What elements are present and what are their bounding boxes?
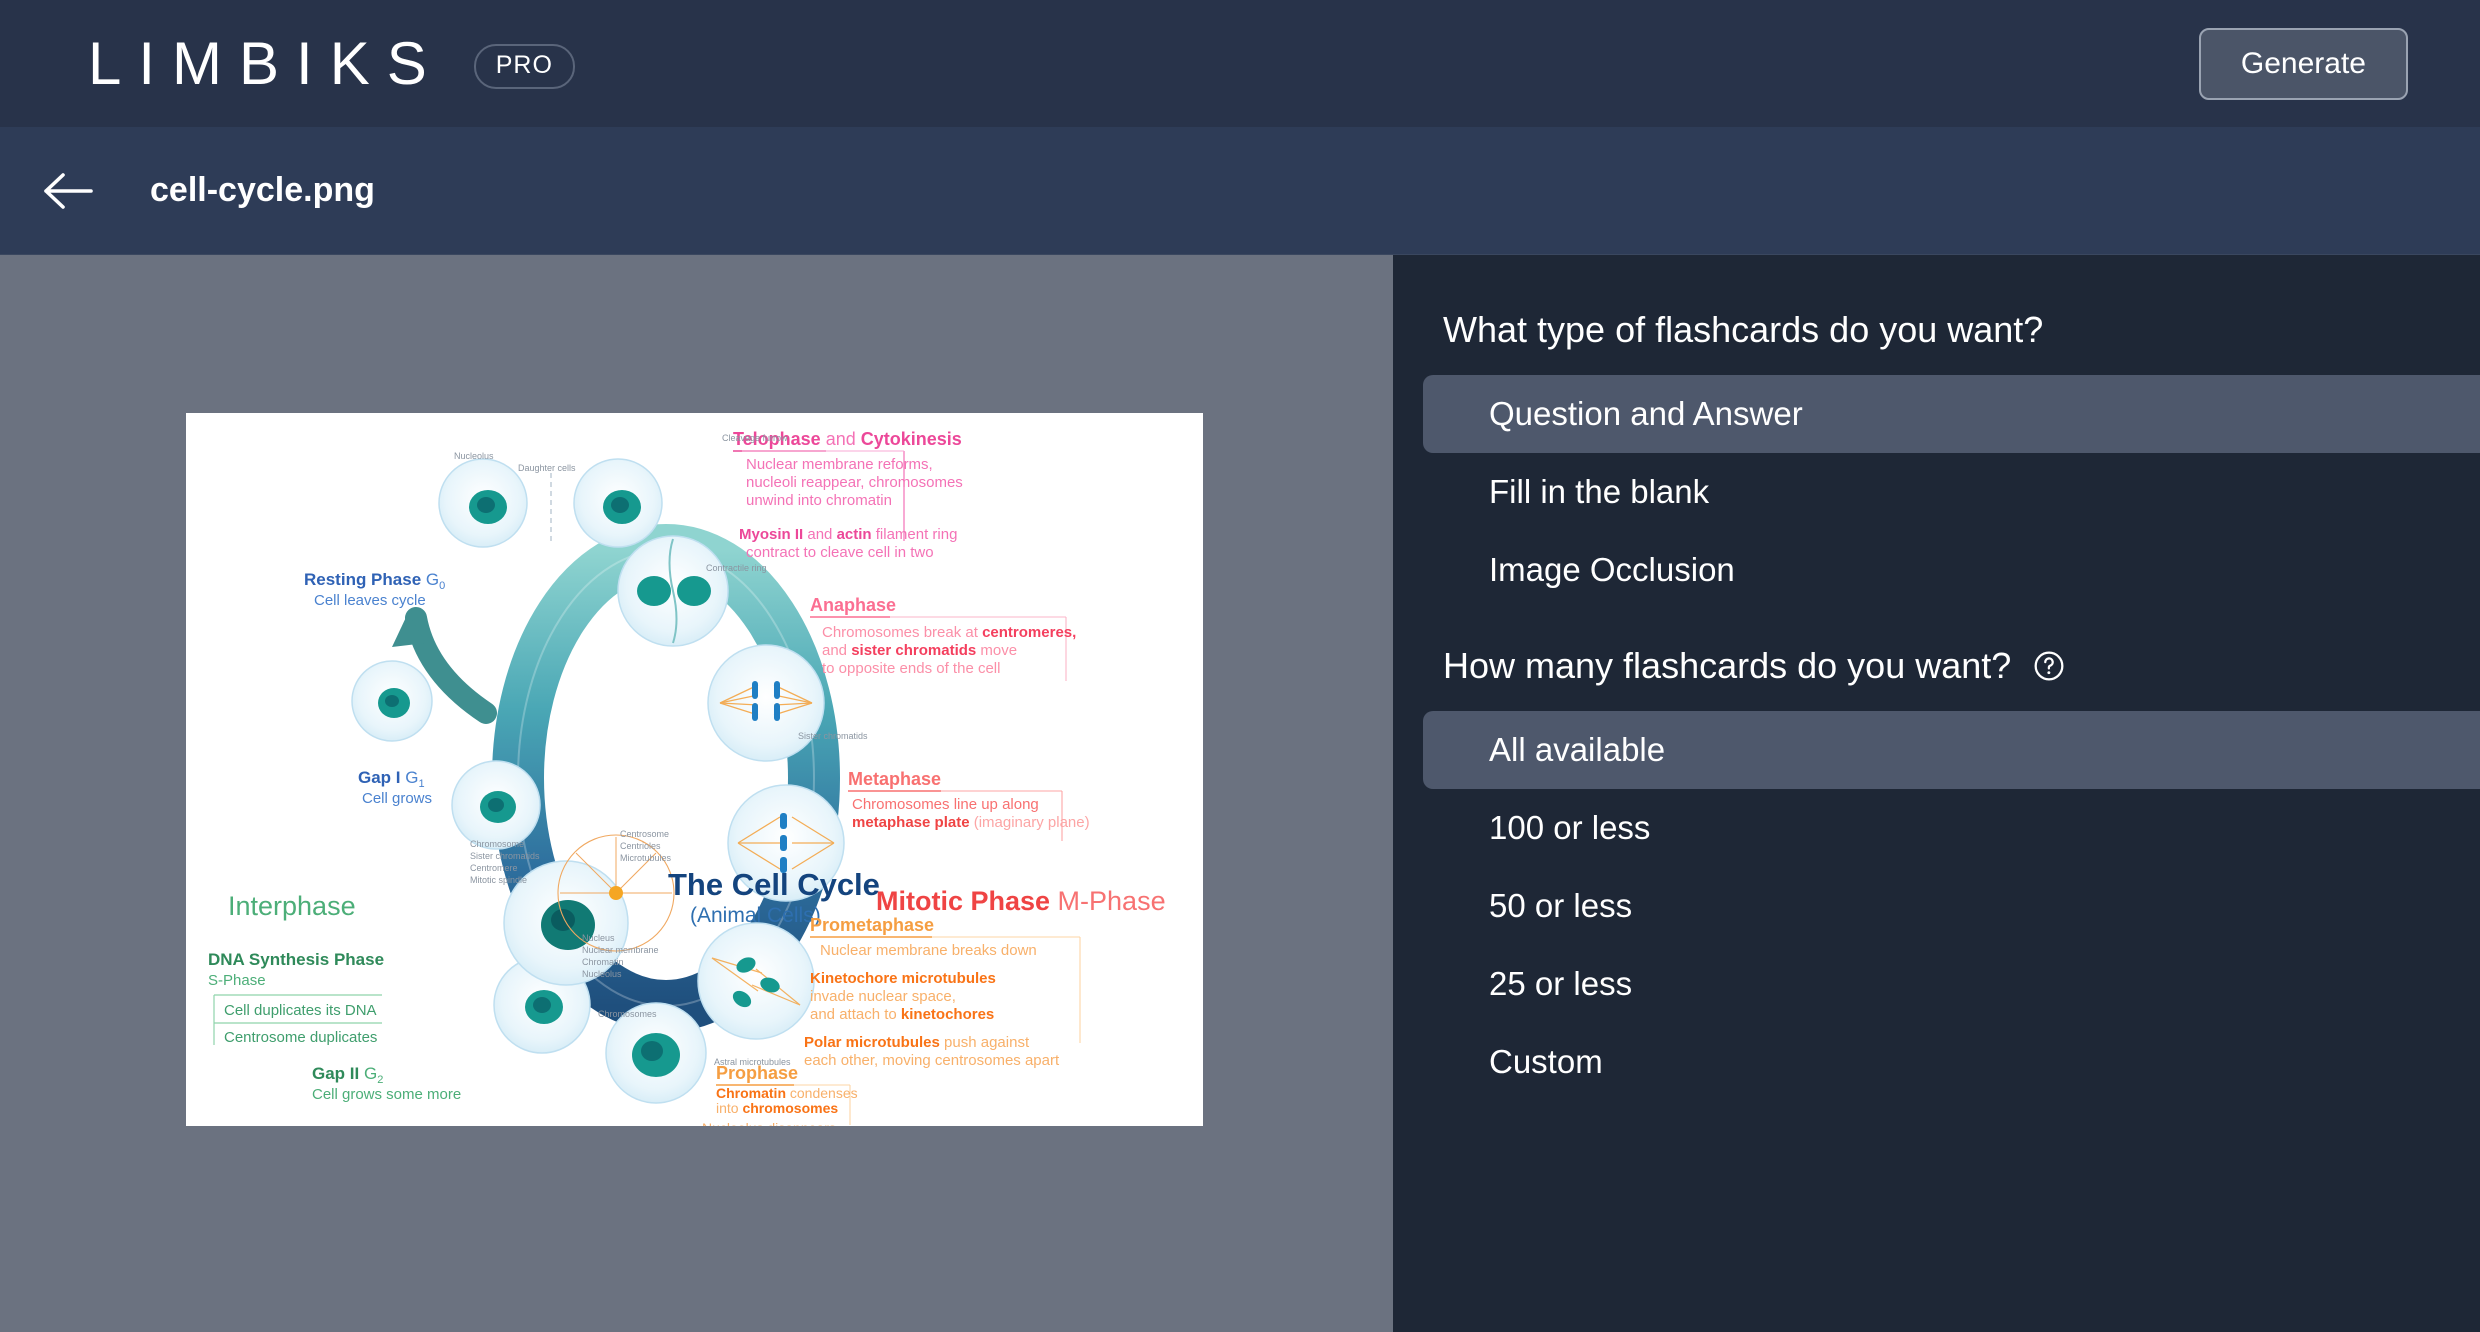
- question-circle-icon[interactable]: [2033, 650, 2065, 682]
- svg-text:Chromosomes break at centromer: Chromosomes break at centromeres,: [822, 624, 1076, 641]
- flashcard-type-question: What type of flashcards do you want?: [1393, 309, 2480, 351]
- brand-logo-group: LIMBIKS PRO: [88, 29, 575, 98]
- options-pane: What type of flashcards do you want? Que…: [1393, 255, 2480, 1332]
- svg-text:Daughter cells: Daughter cells: [518, 463, 576, 473]
- svg-text:to opposite ends of the cell: to opposite ends of the cell: [822, 660, 1000, 677]
- svg-text:Nucleolus: Nucleolus: [454, 451, 494, 461]
- label-mitotic-phase: Mitotic Phase M-Phase: [876, 886, 1166, 916]
- svg-text:Nucleus: Nucleus: [582, 933, 615, 943]
- back-button[interactable]: [38, 160, 100, 222]
- svg-text:nucleoli reappear, chromosomes: nucleoli reappear, chromosomes: [746, 474, 963, 491]
- diagram-title: The Cell Cycle: [668, 867, 880, 902]
- main-content: The Cell Cycle (Animal Cells) Interphase…: [0, 255, 2480, 1332]
- svg-text:and sister chromatids move: and sister chromatids move: [822, 642, 1017, 659]
- arrow-left-icon: [43, 172, 95, 210]
- file-name-title: cell-cycle.png: [150, 171, 375, 210]
- option-image-occlusion[interactable]: Image Occlusion: [1423, 531, 2480, 609]
- svg-text:Cell grows some more: Cell grows some more: [312, 1086, 461, 1103]
- label-gap-1: Gap I G1: [358, 768, 425, 790]
- top-header-bar: LIMBIKS PRO Generate: [0, 0, 2480, 127]
- section-spacer: [1393, 609, 2480, 645]
- svg-text:Cleavage furrow: Cleavage furrow: [722, 433, 788, 443]
- svg-text:Centrosome duplicates: Centrosome duplicates: [224, 1029, 377, 1046]
- svg-text:Microtubules: Microtubules: [620, 853, 672, 863]
- svg-text:Astral microtubules: Astral microtubules: [714, 1057, 791, 1067]
- pro-badge: PRO: [474, 44, 575, 89]
- option-all-available[interactable]: All available: [1423, 711, 2480, 789]
- flashcard-type-options: Question and Answer Fill in the blank Im…: [1393, 375, 2480, 609]
- svg-text:and attach to kinetochores: and attach to kinetochores: [810, 1006, 994, 1023]
- label-metaphase: Metaphase: [848, 769, 941, 789]
- svg-text:Nucleolus: Nucleolus: [582, 969, 622, 979]
- option-50-or-less[interactable]: 50 or less: [1423, 867, 2480, 945]
- svg-text:Sister chromatids: Sister chromatids: [798, 731, 868, 741]
- svg-text:into chromosomes: into chromosomes: [716, 1100, 838, 1116]
- cell-cycle-diagram-image[interactable]: The Cell Cycle (Animal Cells) Interphase…: [186, 413, 1203, 1126]
- svg-text:Cell grows: Cell grows: [362, 790, 432, 807]
- option-100-or-less[interactable]: 100 or less: [1423, 789, 2480, 867]
- label-gap-2: Gap II G2: [312, 1064, 383, 1086]
- svg-text:Sister chromatids: Sister chromatids: [470, 851, 540, 861]
- svg-text:S-Phase: S-Phase: [208, 972, 266, 989]
- label-interphase: Interphase: [228, 891, 356, 921]
- svg-text:Kinetochore microtubules: Kinetochore microtubules: [810, 970, 996, 987]
- flashcard-count-options: All available 100 or less 50 or less 25 …: [1393, 711, 2480, 1101]
- label-s-phase: DNA Synthesis Phase: [208, 950, 384, 969]
- diagram-subtitle: (Animal Cells): [690, 904, 821, 927]
- option-fill-in-the-blank[interactable]: Fill in the blank: [1423, 453, 2480, 531]
- svg-text:Chromosomes line up along: Chromosomes line up along: [852, 796, 1039, 813]
- svg-text:Centrioles: Centrioles: [620, 841, 661, 851]
- svg-text:Nucleolus disappears: Nucleolus disappears: [702, 1120, 836, 1126]
- svg-text:unwind into chromatin: unwind into chromatin: [746, 492, 892, 509]
- svg-text:Cell duplicates its DNA: Cell duplicates its DNA: [224, 1002, 377, 1019]
- label-anaphase: Anaphase: [810, 595, 896, 615]
- svg-text:Nuclear membrane breaks down: Nuclear membrane breaks down: [820, 942, 1037, 959]
- svg-text:Chromatin: Chromatin: [582, 957, 624, 967]
- label-resting-phase: Resting Phase G0: [304, 570, 445, 592]
- svg-text:metaphase plate (imaginary pla: metaphase plate (imaginary plane): [852, 814, 1090, 831]
- svg-text:Chromosome: Chromosome: [470, 839, 524, 849]
- svg-text:invade nuclear space,: invade nuclear space,: [810, 988, 956, 1005]
- brand-name: LIMBIKS: [88, 29, 444, 98]
- svg-text:Chromosomes: Chromosomes: [598, 1009, 657, 1019]
- option-custom[interactable]: Custom: [1423, 1023, 2480, 1101]
- svg-text:Nuclear membrane: Nuclear membrane: [582, 945, 659, 955]
- image-preview-pane: The Cell Cycle (Animal Cells) Interphase…: [0, 255, 1393, 1332]
- flashcard-count-question-text: How many flashcards do you want?: [1443, 645, 2011, 687]
- generate-button[interactable]: Generate: [2199, 28, 2408, 100]
- svg-text:Centrosome: Centrosome: [620, 829, 669, 839]
- svg-text:contract to cleave cell in two: contract to cleave cell in two: [746, 544, 934, 561]
- svg-text:Nuclear membrane reforms,: Nuclear membrane reforms,: [746, 456, 933, 473]
- svg-text:Myosin II and actin filament r: Myosin II and actin filament ring: [739, 526, 957, 543]
- flashcard-count-question: How many flashcards do you want?: [1393, 645, 2480, 687]
- svg-text:Polar microtubules push agains: Polar microtubules push against: [804, 1034, 1030, 1051]
- svg-text:Mitotic spindle: Mitotic spindle: [470, 875, 527, 885]
- option-25-or-less[interactable]: 25 or less: [1423, 945, 2480, 1023]
- svg-text:Chromatin condenses: Chromatin condenses: [716, 1085, 858, 1101]
- label-prometaphase: Prometaphase: [810, 915, 934, 935]
- svg-text:each other, moving centrosomes: each other, moving centrosomes apart: [804, 1052, 1060, 1069]
- svg-text:Contractile ring: Contractile ring: [706, 563, 767, 573]
- file-subheader-bar: cell-cycle.png: [0, 127, 2480, 255]
- flashcard-type-question-text: What type of flashcards do you want?: [1443, 309, 2043, 351]
- option-question-and-answer[interactable]: Question and Answer: [1423, 375, 2480, 453]
- svg-text:Cell leaves cycle: Cell leaves cycle: [314, 592, 426, 609]
- svg-text:Centromere: Centromere: [470, 863, 518, 873]
